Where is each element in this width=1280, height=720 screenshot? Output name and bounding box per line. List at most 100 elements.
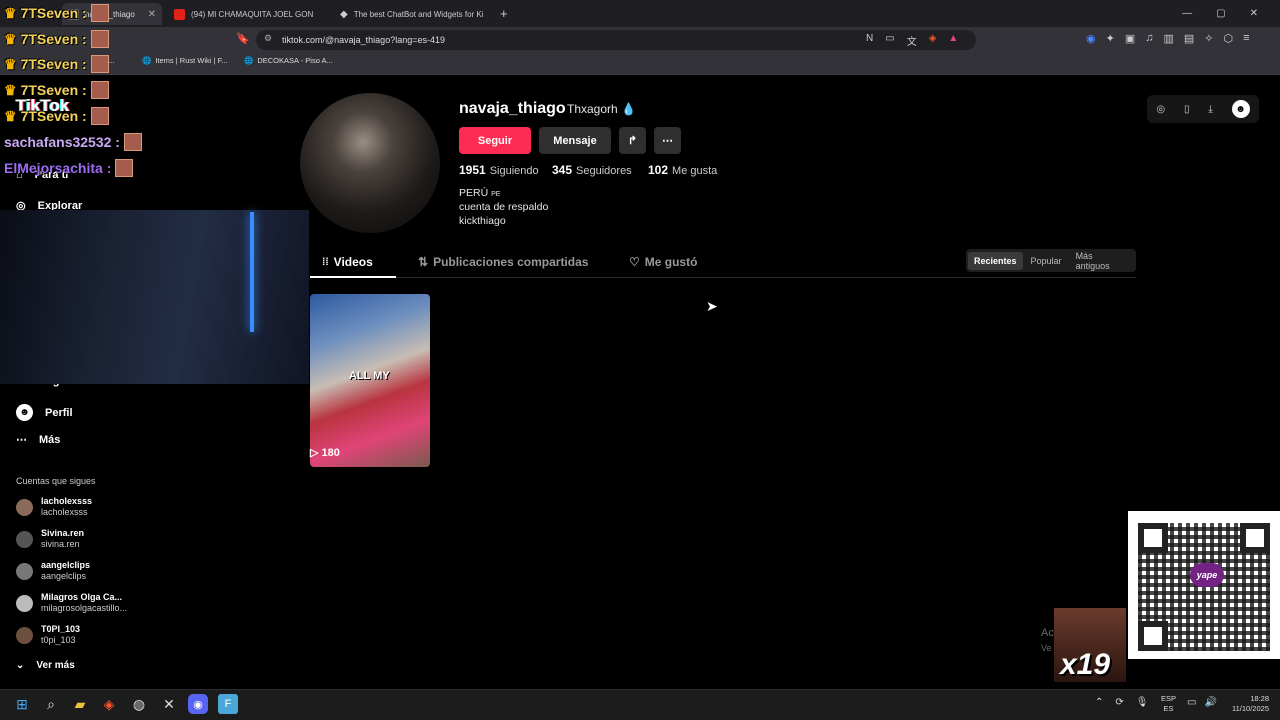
obs-icon[interactable]: ◍ [129, 694, 149, 714]
windows-start-icon[interactable]: ⊞ [12, 694, 32, 714]
clock[interactable]: 18:28 11/10/2025 [1225, 694, 1269, 714]
chat-username: ElMejorsachita : [4, 160, 112, 176]
music-icon[interactable]: ♫ [1145, 32, 1153, 45]
chat-username: 7TSeven : [20, 5, 87, 21]
chat-emote [90, 55, 109, 73]
tab-liked[interactable]: ♡ Me gustó [629, 255, 697, 269]
chevron-up-icon[interactable]: ⌃ [1095, 697, 1103, 708]
brave-browser-icon[interactable]: ◈ [99, 694, 119, 714]
new-tab-button[interactable]: + [500, 6, 508, 21]
chat-username: 7TSeven : [20, 56, 87, 72]
user-avatar-icon[interactable]: ☻ [1231, 100, 1250, 118]
screenshot-icon[interactable]: ▣ [1125, 32, 1135, 45]
chat-message: ElMejorsachita : [4, 159, 134, 177]
sidebar-toggle-icon[interactable]: ▥ [1163, 32, 1173, 45]
tv-icon[interactable]: ▯ [1184, 104, 1190, 115]
video-caption: ALL MY [349, 370, 390, 382]
discord-icon[interactable]: ◉ [188, 694, 208, 714]
bio-line-2: cuenta de respaldo [459, 201, 549, 213]
chevron-down-icon: ⌄ [16, 660, 25, 671]
tab-shared-posts[interactable]: ⇅ Publicaciones compartidas [418, 255, 588, 269]
sync-icon[interactable]: ⟳ [1115, 697, 1123, 708]
tab-chatbot[interactable]: ◆ The best ChatBot and Widgets for Ki [334, 3, 490, 25]
vpn-icon[interactable]: ⬡ [1224, 32, 1234, 45]
sort-oldest-button[interactable]: Más antiguos [1070, 247, 1134, 275]
repost-icon: ⇅ [418, 255, 429, 269]
chat-message: ♛ 7TSeven : [4, 30, 109, 48]
chat-message: ♛ 7TSeven : [4, 4, 109, 22]
bookmark-item[interactable]: 🌐 DECOKASA - Piso A... [244, 56, 333, 65]
active-tab-indicator [310, 276, 396, 278]
account-name: Milagros Olga Ca... [41, 592, 123, 602]
sort-popular-button[interactable]: Popular [1025, 252, 1068, 270]
language-indicator[interactable]: ESP ES [1161, 694, 1176, 714]
account-handle: t0pi_103 [41, 635, 76, 645]
sort-recent-button[interactable]: Recientes [968, 251, 1023, 270]
crown-badge-icon: ♛ [4, 107, 17, 124]
followers-count: 345 [552, 163, 573, 177]
crown-badge-icon: ♛ [4, 30, 17, 47]
search-icon[interactable]: ⌕ [41, 694, 61, 714]
maximize-button[interactable]: ▢ [1216, 8, 1225, 19]
brave-rewards-icon[interactable]: ▲ [948, 33, 958, 48]
wallet-icon[interactable]: ▤ [1184, 32, 1194, 45]
app-icon[interactable]: ✕ [159, 694, 179, 714]
following-account[interactable]: aangelclips aangelclips [16, 560, 90, 582]
profile-avatar [300, 93, 440, 233]
menu-icon[interactable]: ≡ [1243, 32, 1249, 45]
drop-emoji-icon: 💧 [621, 102, 636, 116]
see-more-button[interactable]: ⌄ Ver más [16, 660, 75, 671]
avatar [16, 530, 33, 548]
tab-youtube[interactable]: (94) MI CHAMAQUITA JOEL GON [168, 3, 328, 25]
tab-label: Videos [333, 255, 373, 269]
following-account[interactable]: Sivina.ren sivina.ren [16, 528, 84, 550]
compass-icon[interactable]: ◎ [1156, 104, 1165, 115]
bookmark-item[interactable]: 🌐 Items | Rust Wiki | F... [142, 56, 228, 65]
download-icon[interactable]: ⤓ [1208, 104, 1212, 115]
network-icon[interactable]: ▭ [1187, 697, 1196, 708]
grid-icon: ⁞⁞ [322, 256, 329, 268]
chat-message: ♛ 7TSeven : [4, 107, 109, 125]
network-volume: ▭ 🔊 [1187, 697, 1217, 708]
app-f-icon[interactable]: F [218, 694, 238, 714]
brave-shield-icon[interactable]: ◈ [929, 33, 937, 48]
sidebar-item-mas[interactable]: ⋯ Más [16, 433, 60, 447]
extension-icon[interactable]: ✦ [1106, 32, 1115, 45]
following-account[interactable]: T0PI_103 t0pi_103 [16, 624, 80, 646]
message-button[interactable]: Mensaje [539, 127, 611, 154]
microphone-icon[interactable]: 🎙 [1136, 697, 1149, 708]
file-explorer-icon[interactable]: ▰ [70, 694, 90, 714]
account-name: aangelclips [41, 560, 91, 570]
cast-icon[interactable]: ▭ [885, 33, 894, 48]
following-account[interactable]: lacholexsss lacholexsss [16, 496, 92, 518]
sidebar-item-perfil[interactable]: ☻ Perfil [16, 404, 73, 421]
following-account[interactable]: Milagros Olga Ca... milagrosolgacastillo.… [16, 592, 127, 614]
play-icon: ▷ [310, 447, 319, 459]
chat-username: 7TSeven : [20, 31, 87, 47]
heart-lock-icon: ♡ [629, 255, 640, 269]
following-stat[interactable]: 1951 Siguiendo [459, 163, 539, 177]
close-tab-icon[interactable]: ✕ [148, 9, 156, 20]
follow-button[interactable]: Seguir [459, 127, 531, 154]
account-name: T0PI_103 [41, 624, 81, 634]
webcam-overlay [0, 210, 309, 384]
leo-ai-icon[interactable]: ✧ [1204, 32, 1213, 45]
site-settings-icon[interactable]: ⚙ [264, 33, 272, 44]
chat-emote [90, 30, 109, 48]
minimize-button[interactable]: — [1182, 8, 1192, 19]
volume-icon[interactable]: 🔊 [1204, 697, 1216, 708]
bookmark-icon[interactable]: 🔖 [236, 32, 250, 45]
bookmark-label: Items | Rust Wiki | F... [155, 56, 228, 65]
account-name: Sivina.ren [41, 528, 85, 538]
followers-stat[interactable]: 345 Seguidores [552, 163, 632, 177]
audio-icon[interactable]: ◉ [1086, 32, 1096, 45]
tab-label: (94) MI CHAMAQUITA JOEL GON [191, 9, 314, 19]
window-controls: — ▢ ✕ [1182, 0, 1258, 27]
avatar [16, 562, 33, 580]
close-window-button[interactable]: ✕ [1250, 8, 1258, 19]
no-translate-icon[interactable]: N [866, 33, 873, 48]
more-options-button[interactable]: ⋯ [654, 127, 681, 154]
translate-icon[interactable]: 文 [907, 33, 917, 48]
share-button[interactable]: ↱ [619, 127, 646, 154]
tab-videos[interactable]: ⁞⁞ Videos [322, 255, 373, 269]
